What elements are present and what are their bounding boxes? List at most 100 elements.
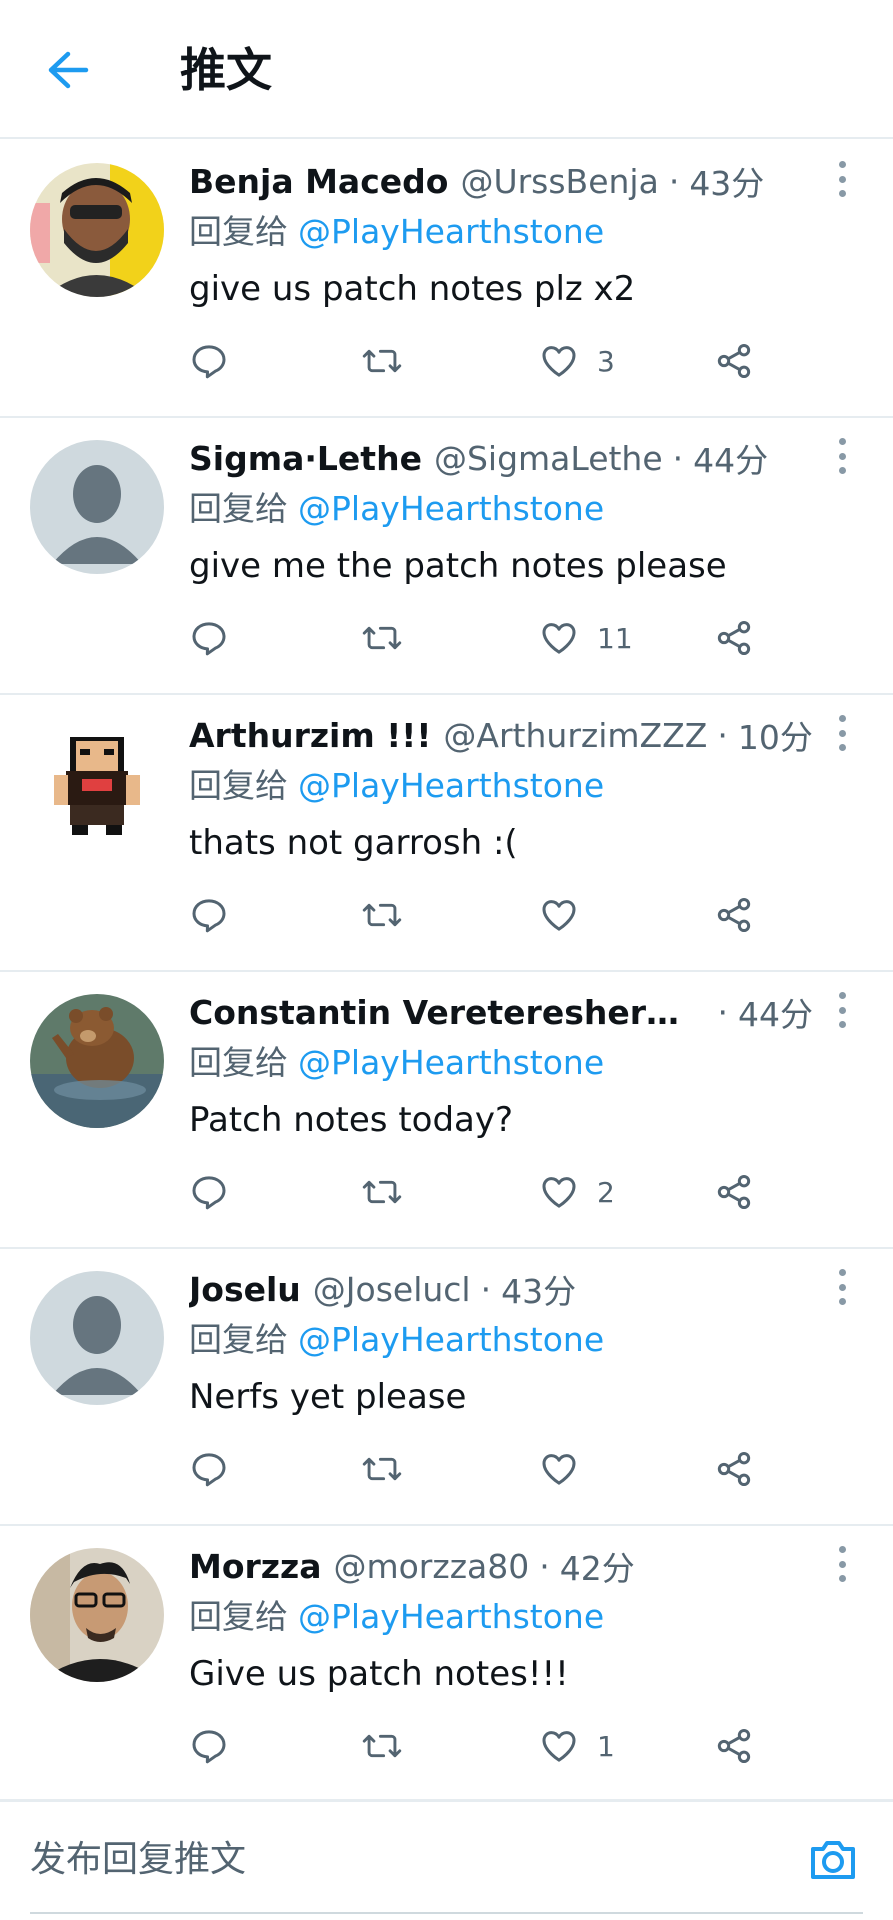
reply-mention-link[interactable]: @PlayHearthstone xyxy=(298,489,604,528)
like-count: 1 xyxy=(597,1729,615,1763)
reply-input[interactable]: 发布回复推文 xyxy=(30,1802,790,1918)
heart-icon xyxy=(542,346,576,377)
like-button[interactable]: 11 xyxy=(539,606,633,670)
share-icon xyxy=(717,621,751,655)
reply-label: 回复给 xyxy=(189,212,288,251)
separator-dot: · xyxy=(480,1269,492,1309)
tweet[interactable]: Arthurzim !!! @ArthurzimZZZ · 10分 回复给 @Pl… xyxy=(0,695,893,972)
reply-icon xyxy=(192,1730,226,1764)
avatar[interactable] xyxy=(30,1271,164,1405)
reply-mention-link[interactable]: @PlayHearthstone xyxy=(298,1320,604,1359)
share-button[interactable] xyxy=(714,606,754,670)
timestamp[interactable]: 44分 xyxy=(738,988,813,1036)
avatar[interactable] xyxy=(30,994,164,1128)
like-button[interactable] xyxy=(539,883,597,947)
share-button[interactable] xyxy=(714,1714,754,1778)
reply-button[interactable] xyxy=(189,883,229,947)
share-button[interactable] xyxy=(714,1160,754,1224)
tweet[interactable]: Sigma·Lethe @SigmaLethe · 44分 回复给 @PlayHe… xyxy=(0,418,893,695)
avatar[interactable] xyxy=(30,717,164,851)
timestamp[interactable]: 43分 xyxy=(501,1265,576,1313)
avatar[interactable] xyxy=(30,440,164,574)
avatar[interactable] xyxy=(30,1548,164,1682)
camera-button[interactable] xyxy=(803,1830,863,1890)
timestamp[interactable]: 43分 xyxy=(689,157,764,205)
timestamp[interactable]: 44分 xyxy=(693,434,768,482)
reply-button[interactable] xyxy=(189,1714,229,1778)
tweet-text: give us patch notes plz x2 xyxy=(189,269,636,309)
share-icon xyxy=(717,1452,751,1486)
reply-button[interactable] xyxy=(189,1160,229,1224)
timestamp[interactable]: 10分 xyxy=(738,711,813,759)
retweet-button[interactable] xyxy=(361,329,403,393)
reply-label: 回复给 xyxy=(189,489,288,528)
separator-dot: · xyxy=(539,1546,550,1586)
retweet-button[interactable] xyxy=(361,1714,403,1778)
like-count: 3 xyxy=(597,344,615,378)
reply-icon xyxy=(192,345,226,379)
reply-label: 回复给 xyxy=(189,766,288,805)
tweet[interactable]: Joselu @Joselucl · 43分 回复给 @PlayHearthsto… xyxy=(0,1249,893,1526)
display-name[interactable]: Benja Macedo xyxy=(189,162,448,201)
tweet-actions: 1 xyxy=(189,1714,809,1778)
share-button[interactable] xyxy=(714,1437,754,1501)
reply-context: 回复给 @PlayHearthstone xyxy=(189,207,604,257)
page-title: 推文 xyxy=(180,43,272,97)
display-name[interactable]: Morzza xyxy=(189,1547,321,1586)
like-button[interactable]: 2 xyxy=(539,1160,615,1224)
reply-mention-link[interactable]: @PlayHearthstone xyxy=(298,766,604,805)
display-name[interactable]: Joselu xyxy=(189,1270,301,1309)
user-handle[interactable]: @UrssBenja xyxy=(460,162,658,201)
share-icon xyxy=(717,898,751,932)
reply-icon xyxy=(192,622,226,656)
reply-icon xyxy=(192,1453,226,1487)
user-handle[interactable]: @Joselucl xyxy=(313,1270,471,1309)
display-name[interactable]: Arthurzim !!! xyxy=(189,716,431,755)
share-button[interactable] xyxy=(714,329,754,393)
share-button[interactable] xyxy=(714,883,754,947)
heart-icon xyxy=(542,623,576,654)
retweet-button[interactable] xyxy=(361,883,403,947)
more-options-icon[interactable] xyxy=(827,1544,857,1584)
heart-icon xyxy=(542,1454,576,1485)
reply-button[interactable] xyxy=(189,606,229,670)
share-icon xyxy=(717,344,751,378)
tweet[interactable]: Constantin Veretereshere… · 44分 回复给 @Play… xyxy=(0,972,893,1249)
tweet[interactable]: Benja Macedo @UrssBenja · 43分 回复给 @PlayHe… xyxy=(0,141,893,418)
reply-mention-link[interactable]: @PlayHearthstone xyxy=(298,1597,604,1636)
avatar[interactable] xyxy=(30,163,164,297)
tweet-actions: 3 xyxy=(189,329,809,393)
tweet-text: give me the patch notes please xyxy=(189,546,727,586)
retweet-icon xyxy=(362,903,402,927)
tweet-actions: 2 xyxy=(189,1160,809,1224)
retweet-button[interactable] xyxy=(361,1160,403,1224)
like-button[interactable]: 1 xyxy=(539,1714,615,1778)
reply-mention-link[interactable]: @PlayHearthstone xyxy=(298,1043,604,1082)
retweet-button[interactable] xyxy=(361,606,403,670)
timestamp[interactable]: 42分 xyxy=(560,1542,635,1590)
more-options-icon[interactable] xyxy=(827,159,857,199)
display-name[interactable]: Sigma·Lethe xyxy=(189,439,422,478)
camera-icon xyxy=(811,1841,855,1879)
separator-dot: · xyxy=(717,715,728,755)
back-button[interactable] xyxy=(38,40,98,100)
tweet[interactable]: Morzza @morzza80 · 42分 回复给 @PlayHearthsto… xyxy=(0,1526,893,1801)
reply-button[interactable] xyxy=(189,329,229,393)
like-button[interactable] xyxy=(539,1437,597,1501)
user-handle[interactable]: @ArthurzimZZZ xyxy=(443,716,707,755)
reply-button[interactable] xyxy=(189,1437,229,1501)
more-options-icon[interactable] xyxy=(827,990,857,1030)
like-button[interactable]: 3 xyxy=(539,329,615,393)
reply-mention-link[interactable]: @PlayHearthstone xyxy=(298,212,604,251)
reply-composer: 发布回复推文 xyxy=(0,1800,893,1920)
top-bar: 推文 xyxy=(0,0,893,139)
retweet-button[interactable] xyxy=(361,1437,403,1501)
display-name[interactable]: Constantin Veretereshere… xyxy=(189,993,696,1032)
more-options-icon[interactable] xyxy=(827,713,857,753)
more-options-icon[interactable] xyxy=(827,436,857,476)
user-handle[interactable]: @SigmaLethe xyxy=(434,439,663,478)
more-options-icon[interactable] xyxy=(827,1267,857,1307)
tweet-text: thats not garrosh :( xyxy=(189,823,518,863)
user-handle[interactable]: @morzza80 xyxy=(333,1547,529,1586)
retweet-icon xyxy=(362,1457,402,1481)
